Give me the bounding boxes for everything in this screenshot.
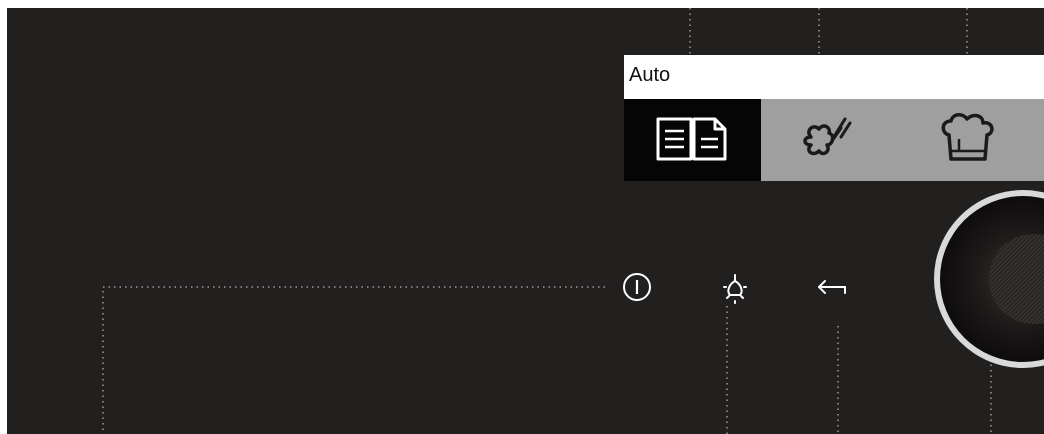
oven-display: Auto [624,55,1044,181]
lightbulb-icon [723,274,747,304]
display-title: Auto [629,64,671,86]
knob-graphic [934,190,1044,368]
power-button[interactable] [617,267,657,307]
light-button[interactable] [715,267,755,307]
tab-recipes[interactable] [624,99,761,181]
display-header: Auto [624,55,1044,99]
back-button[interactable] [812,267,852,307]
back-arrow-icon [818,280,846,294]
oven-control-panel: Auto [7,8,1044,434]
guide-line-power [102,286,605,434]
recipe-book-icon [656,117,727,161]
control-knob[interactable] [930,188,1044,388]
tab-steam-clean[interactable] [761,99,907,181]
steam-clean-icon [803,117,852,156]
tab-chef[interactable] [907,99,1044,181]
power-icon [623,273,651,301]
chef-hat-icon [941,113,994,161]
